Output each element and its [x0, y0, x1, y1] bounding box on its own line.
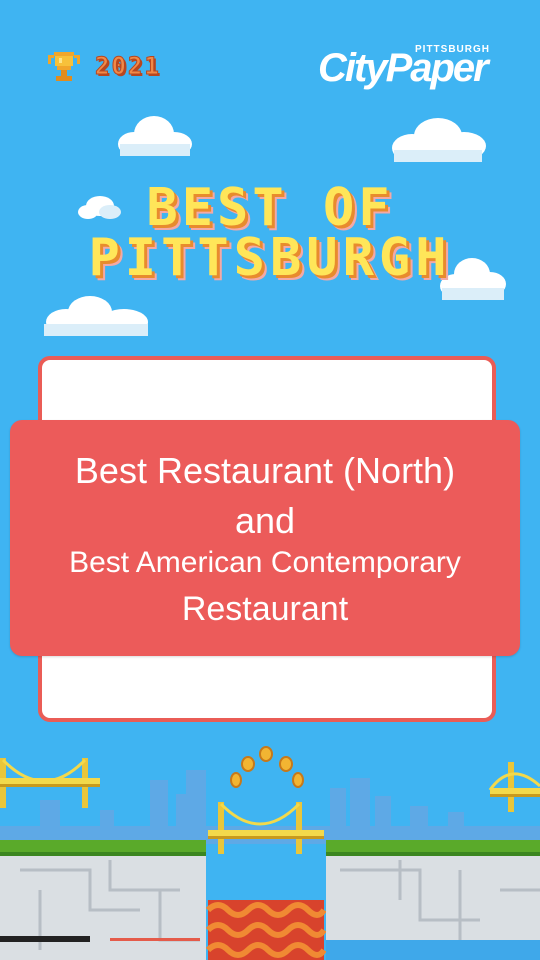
ground-block-right: [326, 840, 540, 960]
cloud-icon: [118, 116, 192, 156]
poster: 2021 PITTSBURGH CityPaper BEST OF PITTSB…: [0, 0, 540, 960]
award-line-4: Restaurant: [181, 590, 349, 628]
year-label: 2021: [95, 52, 161, 81]
award-line-1: Best Restaurant (North): [74, 450, 456, 491]
award-line-2: and: [234, 500, 296, 541]
ground-block-left: [0, 840, 206, 960]
cloud-icon: [44, 296, 148, 336]
coin-icon: [230, 746, 304, 788]
award-line-3: Best American Contemporary: [69, 546, 461, 579]
cloud-icon: [392, 118, 486, 162]
trophy-icon: [48, 52, 80, 81]
award-banner: Best Restaurant (North) and Best America…: [10, 420, 520, 656]
title-line-2: PITTSBURGH: [88, 228, 452, 288]
citypaper-logo: PITTSBURGH CityPaper: [318, 44, 498, 94]
logo-wordmark: CityPaper: [318, 46, 489, 90]
lava-pit: [205, 900, 327, 960]
pixel-city-scene: [0, 746, 540, 960]
header: 2021 PITTSBURGH CityPaper: [0, 0, 540, 110]
bridge-icon: [488, 762, 540, 812]
